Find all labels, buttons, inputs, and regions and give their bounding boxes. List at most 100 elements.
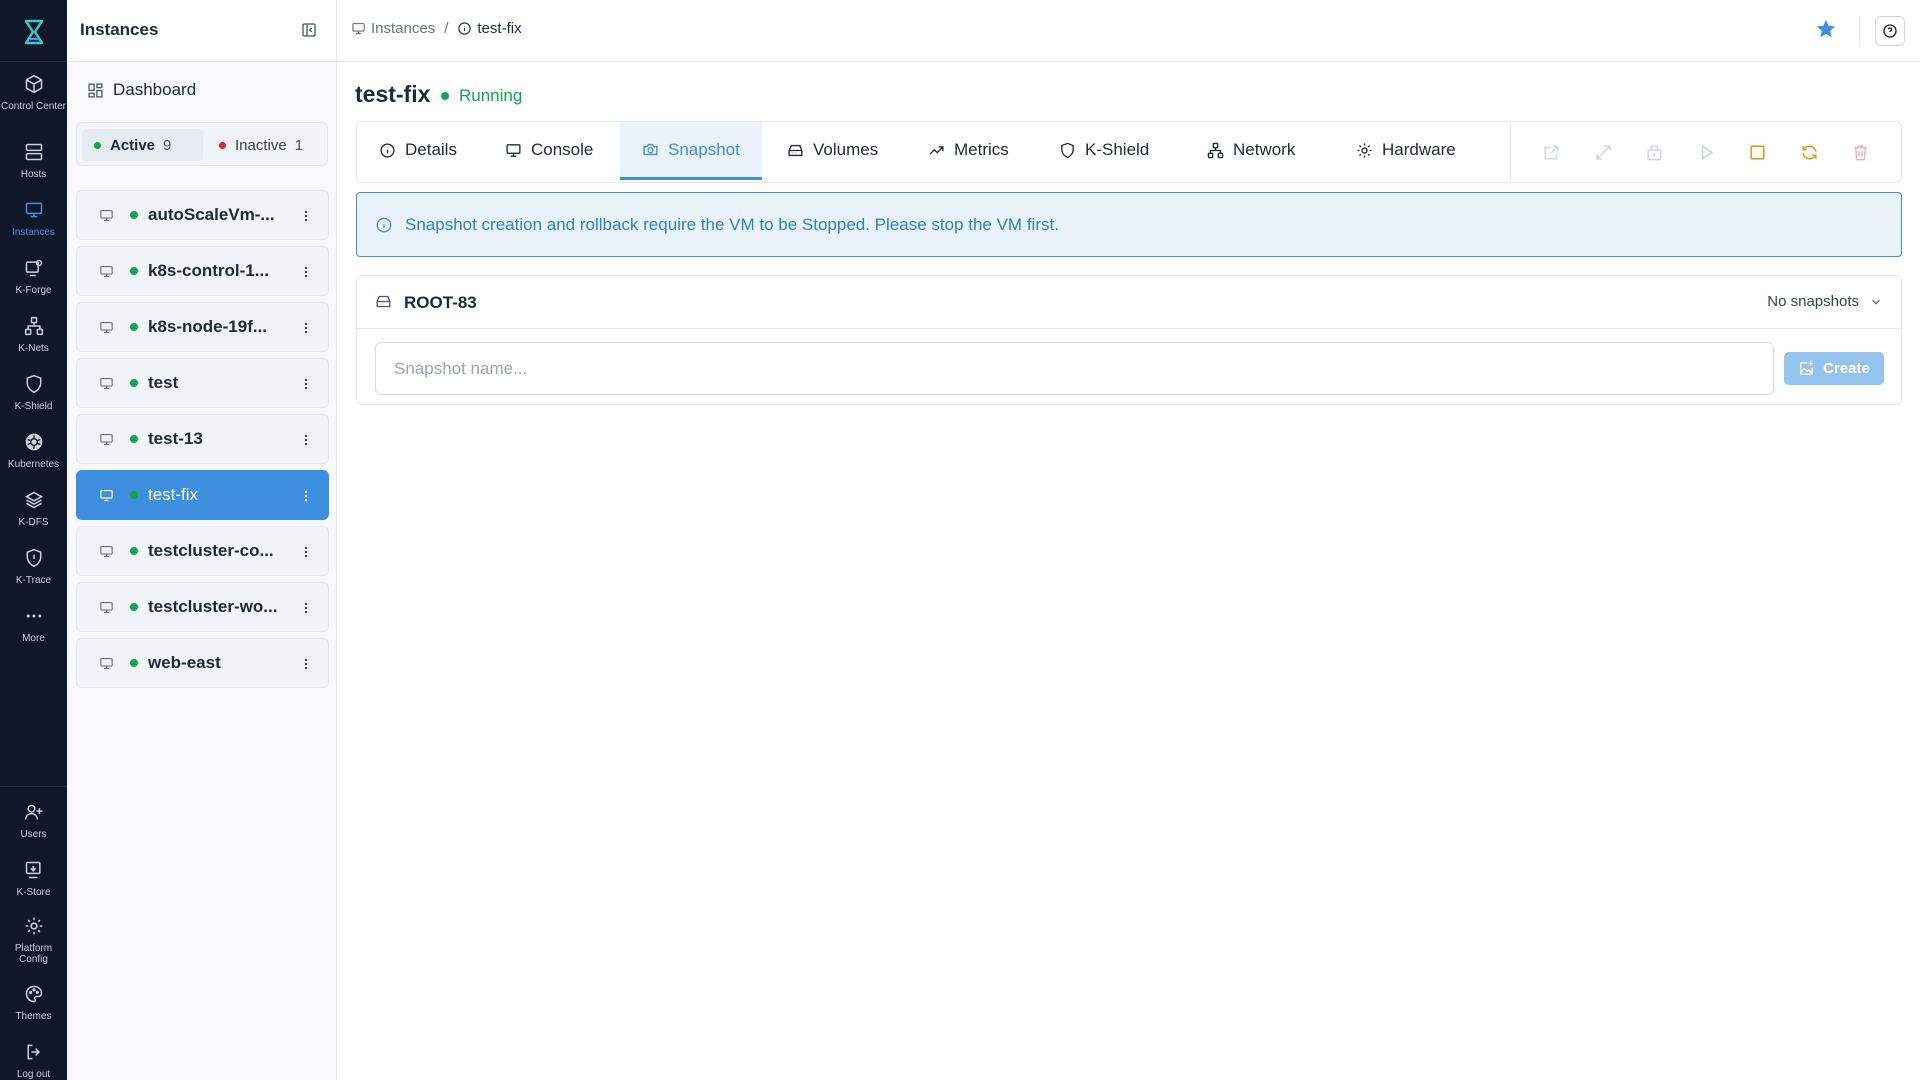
monitor-icon [97,432,115,447]
cube-icon [22,72,46,96]
rail-item-k-dfs[interactable]: K-DFS [0,488,67,528]
create-label: Create [1823,360,1870,377]
rail-item-themes[interactable]: Themes [0,982,67,1022]
rail-label: More [22,633,45,644]
store-icon [22,858,46,882]
vm-tabs: Details Console Snapshot Volumes Metrics… [356,121,1902,183]
tab-snapshot[interactable]: Snapshot [620,122,762,180]
delete-button[interactable] [1847,139,1873,165]
instance-menu-button[interactable] [296,374,316,394]
instance-menu-button[interactable] [296,654,316,674]
rail-item-platform-config[interactable]: Platform Config [0,914,67,965]
dashboard-link[interactable]: Dashboard [87,76,196,104]
rail-item-k-forge[interactable]: K-Forge [0,256,67,296]
package-icon [1646,144,1662,160]
tab-metrics[interactable]: Metrics [906,122,1031,178]
collapse-panel-button[interactable] [299,20,319,40]
snapshot-name-input[interactable] [375,342,1774,395]
filter-inactive-button[interactable]: Inactive 1 [207,129,323,161]
instance-row[interactable]: testcluster-wo... [76,582,329,632]
rail-item-k-trace[interactable]: K-Trace [0,546,67,586]
shield-icon [1061,142,1074,158]
rail-item-kubernetes[interactable]: Kubernetes [0,430,67,470]
tab-volumes[interactable]: Volumes [765,122,900,178]
rail-item-control-center[interactable]: Control Center [0,72,67,112]
palette-icon [22,982,46,1006]
instance-menu-button[interactable] [296,542,316,562]
instance-row[interactable]: test-13 [76,414,329,464]
tab-console[interactable]: Console [483,122,615,178]
rail-label: Hosts [20,169,47,180]
filter-active-button[interactable]: Active 9 [82,129,203,161]
rail-item-instances[interactable]: Instances [0,198,67,238]
migrate-button[interactable] [1590,139,1616,165]
vm-title: test-fix [355,81,431,107]
instance-row[interactable]: k8s-control-1... [76,246,329,296]
tab-details[interactable]: Details [357,122,479,178]
instance-row[interactable]: autoScaleVm-... [76,190,329,240]
create-snapshot-button[interactable]: Create [1784,352,1884,385]
lock-button[interactable] [1641,139,1667,165]
chevron-down-icon [1872,299,1880,305]
stop-button[interactable] [1744,139,1770,165]
rail-item-k-store[interactable]: K-Store [0,858,67,898]
snapshot-select[interactable]: No snapshots [1767,293,1883,310]
start-button[interactable] [1693,139,1719,165]
instance-menu-button[interactable] [296,486,316,506]
gear-icon [1357,142,1372,158]
tab-hardware[interactable]: Hardware [1334,122,1478,178]
expand-icon [1595,144,1611,160]
trace-shield-icon [22,546,46,570]
instance-row[interactable]: testcluster-co... [76,526,329,576]
stop-vm-alert: Snapshot creation and rollback require t… [356,192,1902,257]
top-bar: Instances / test-fix [337,0,1920,62]
favorite-button[interactable] [1815,18,1839,42]
instance-menu-button[interactable] [296,206,316,226]
tab-k-shield[interactable]: K-Shield [1037,122,1171,178]
nav-rail: Control Center Hosts Instances K-Forge K… [0,0,67,1080]
rail-item-log-out[interactable]: Log out [0,1040,67,1080]
kebab-icon [304,434,308,446]
rail-item-more[interactable]: More [0,604,67,644]
breadcrumb-separator: / [444,20,449,37]
monitor-icon [97,656,115,671]
status-dot [130,323,138,331]
info-icon [376,217,392,232]
open-external-button[interactable] [1538,139,1564,165]
filter-inactive-label: Inactive [235,136,287,154]
instance-name: autoScaleVm-... [148,205,275,224]
kebab-icon [304,602,308,614]
rail-item-k-nets[interactable]: K-Nets [0,314,67,354]
instance-row[interactable]: web-east [76,638,329,688]
breadcrumb-instances-link[interactable]: Instances [371,20,435,37]
instance-name: test [148,373,179,392]
reboot-button[interactable] [1796,139,1822,165]
help-button[interactable] [1875,16,1905,46]
status-dot [130,267,138,275]
instance-name: test-13 [148,429,203,448]
instance-menu-button[interactable] [296,430,316,450]
instance-name: test-fix [148,485,199,504]
external-link-icon [1543,144,1559,160]
status-dot [130,659,138,667]
status-dot [130,547,138,555]
instance-menu-button[interactable] [296,598,316,618]
instance-menu-button[interactable] [296,318,316,338]
tab-label: Volumes [813,140,879,159]
filter-active-label: Active [110,136,156,154]
rail-item-k-shield[interactable]: K-Shield [0,372,67,412]
rail-item-hosts[interactable]: Hosts [0,140,67,180]
instance-name: k8s-control-1... [148,261,269,280]
kebab-icon [304,210,308,222]
app-logo[interactable] [0,14,67,50]
monitor-icon [97,600,115,615]
instance-row[interactable]: k8s-node-19f... [76,302,329,352]
instance-row[interactable]: test [76,358,329,408]
instance-row[interactable]: test-fix [76,470,329,520]
monitor-icon [506,143,521,157]
tab-network[interactable]: Network [1185,122,1317,178]
instance-menu-button[interactable] [296,262,316,282]
inactive-dot [219,141,226,149]
status-dot [441,92,449,100]
rail-item-users[interactable]: Users [0,800,67,840]
